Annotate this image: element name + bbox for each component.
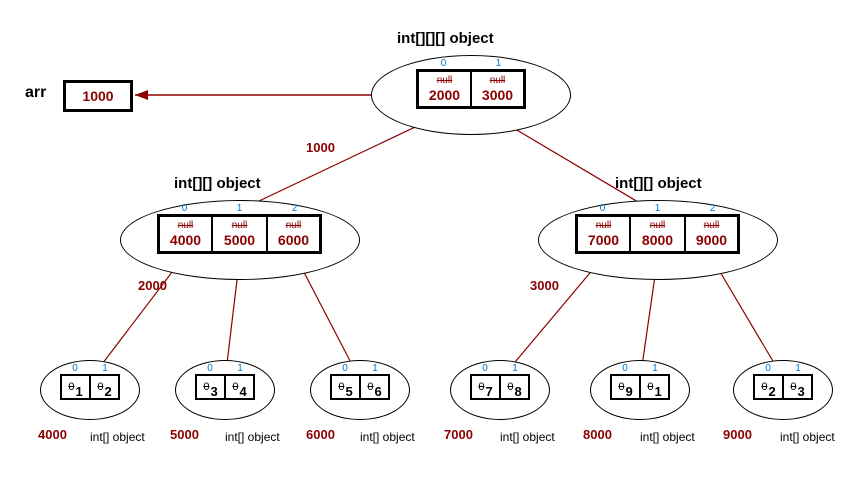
leaf-idx-row: 01 [753,363,813,374]
arr-value-box: 1000 [63,80,133,112]
leaf-type-label-2: int[] object [360,430,415,444]
leaf-cell: 06 [360,374,390,400]
leaf-cell: 09 [610,374,640,400]
leaf-address-4: 8000 [583,427,612,442]
leaf-cells-1: 01 03 04 [195,363,255,400]
leaf-type-label-1: int[] object [225,430,280,444]
mid-right-cell-2: null 9000 [685,214,740,254]
leaf-cell-row: 03 04 [195,374,255,400]
leaf-address-0: 4000 [38,427,67,442]
mid-left-cell-1: null 5000 [212,214,267,254]
leaf-address-1: 5000 [170,427,199,442]
leaf-address-2: 6000 [306,427,335,442]
mid-right-address: 3000 [530,278,559,293]
mid-right-cells-row: null 7000 null 8000 null 9000 [575,214,740,254]
leaf-idx-row: 01 [60,363,120,374]
leaf-cell-row: 01 02 [60,374,120,400]
leaf-cells-0: 01 01 02 [60,363,120,400]
mid-right-index-row: 0 1 2 [575,203,740,214]
top-cells-row: null 2000 null 3000 [416,69,526,109]
leaf-cells-3: 01 07 08 [470,363,530,400]
leaf-cell-row: 05 06 [330,374,390,400]
leaf-cell: 03 [783,374,813,400]
leaf-cell: 01 [60,374,90,400]
leaf-cell: 08 [500,374,530,400]
leaf-cells-5: 01 02 03 [753,363,813,400]
leaf-idx-row: 01 [470,363,530,374]
mid-left-cells-row: null 4000 null 5000 null 6000 [157,214,322,254]
top-address: 1000 [306,140,335,155]
leaf-cell-row: 02 03 [753,374,813,400]
leaf-cell-row: 07 08 [470,374,530,400]
mid-left-address: 2000 [138,278,167,293]
top-cell-0: null 2000 [416,69,471,109]
mid-left-index-row: 0 1 2 [157,203,322,214]
mid-left-cell-0: null 4000 [157,214,212,254]
leaf-cells-2: 01 05 06 [330,363,390,400]
top-index-row: 0 1 [416,58,526,69]
leaf-type-label-5: int[] object [780,430,835,444]
arr-variable-label: arr [25,84,46,102]
leaf-type-label-0: int[] object [90,430,145,444]
top-cell-1: null 3000 [471,69,526,109]
leaf-idx-row: 01 [610,363,670,374]
leaf-cell-row: 09 01 [610,374,670,400]
top-object-title: int[][][] object [397,30,494,47]
leaf-idx-row: 01 [195,363,255,374]
leaf-type-label-4: int[] object [640,430,695,444]
leaf-cell: 03 [195,374,225,400]
leaf-cell: 05 [330,374,360,400]
mid-left-cell-2: null 6000 [267,214,322,254]
mid-right-cell-1: null 8000 [630,214,685,254]
leaf-address-5: 9000 [723,427,752,442]
leaf-type-label-3: int[] object [500,430,555,444]
leaf-cell: 01 [640,374,670,400]
leaf-cell: 07 [470,374,500,400]
leaf-address-3: 7000 [444,427,473,442]
leaf-cell: 04 [225,374,255,400]
arr-value: 1000 [82,88,113,104]
leaf-cells-4: 01 09 01 [610,363,670,400]
mid-right-cell-0: null 7000 [575,214,630,254]
leaf-cell: 02 [90,374,120,400]
leaf-idx-row: 01 [330,363,390,374]
mid-right-title: int[][] object [615,175,702,192]
leaf-cell: 02 [753,374,783,400]
mid-left-title: int[][] object [174,175,261,192]
